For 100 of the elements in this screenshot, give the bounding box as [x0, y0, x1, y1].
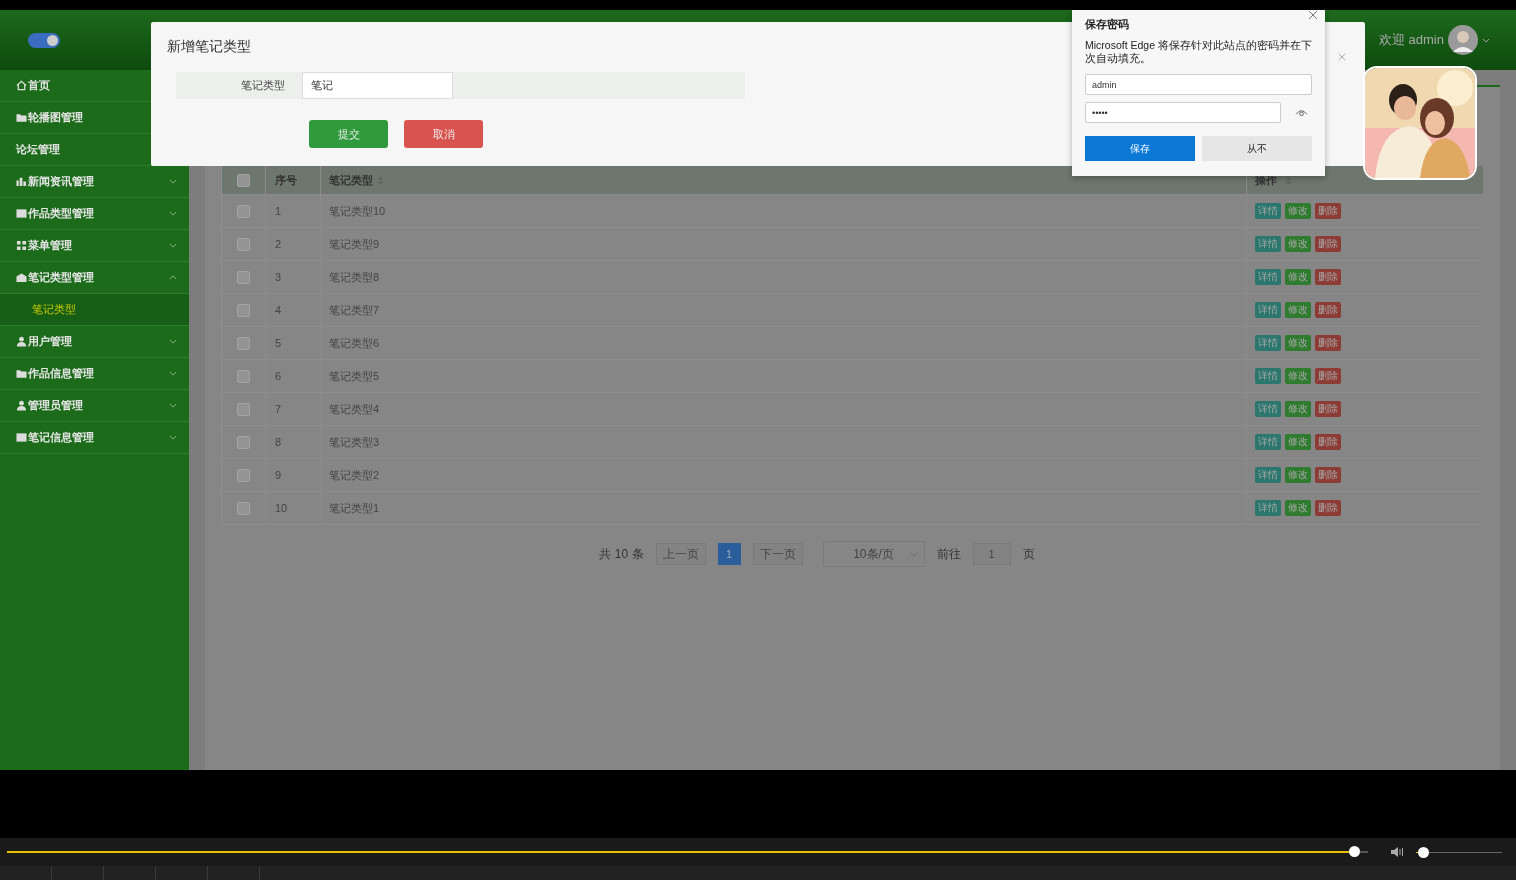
table-cell: 笔记类型2: [321, 459, 1247, 491]
checkbox[interactable]: [237, 173, 250, 187]
detail-button[interactable]: 详情: [1255, 236, 1281, 252]
table-cell: 笔记类型3: [321, 426, 1247, 458]
checkbox[interactable]: [237, 435, 250, 449]
delete-button[interactable]: 删除: [1315, 434, 1341, 450]
submit-button[interactable]: 提交: [309, 120, 388, 148]
save-button[interactable]: 保存: [1085, 136, 1195, 161]
never-button[interactable]: 从不: [1202, 136, 1312, 161]
cancel-button[interactable]: 取消: [404, 120, 483, 148]
volume-icon[interactable]: [1390, 846, 1406, 858]
page-button[interactable]: 1: [717, 543, 741, 565]
edit-button[interactable]: 修改: [1285, 368, 1311, 384]
menu-label: 首页: [28, 78, 51, 93]
user-icon: [16, 400, 27, 411]
checkbox[interactable]: [237, 468, 250, 482]
submenu-item[interactable]: 笔记类型: [0, 294, 189, 326]
checkbox[interactable]: [237, 270, 250, 284]
input-field[interactable]: 笔记: [302, 72, 453, 99]
detail-button[interactable]: 详情: [1255, 269, 1281, 285]
table-cell: 8: [266, 426, 321, 458]
home-icon: [16, 80, 27, 91]
menu-label: 作品类型管理: [28, 206, 95, 221]
detail-button[interactable]: 详情: [1255, 368, 1281, 384]
edit-button[interactable]: 修改: [1285, 236, 1311, 252]
table-cell: 2: [266, 228, 321, 260]
table-cell: 10: [266, 492, 321, 524]
detail-button[interactable]: 详情: [1255, 203, 1281, 219]
username-field[interactable]: admin: [1085, 74, 1312, 95]
password-field[interactable]: •••••: [1085, 102, 1281, 123]
dialog-title: 新增笔记类型: [167, 38, 251, 56]
edit-button[interactable]: 修改: [1285, 467, 1311, 483]
table-cell: 6: [266, 360, 321, 392]
edit-button[interactable]: 修改: [1285, 401, 1311, 417]
table-cell: 1: [266, 195, 321, 227]
caret-icon[interactable]: [1482, 37, 1490, 43]
delete-button[interactable]: 删除: [1315, 401, 1341, 417]
table-cell: 笔记类型6: [321, 327, 1247, 359]
menu-item[interactable]: 作品类型管理: [0, 198, 189, 230]
sort-icon[interactable]: [1285, 175, 1292, 185]
edit-button[interactable]: 修改: [1285, 302, 1311, 318]
table-cell: 3: [266, 261, 321, 293]
page-input[interactable]: 1: [972, 543, 1011, 565]
checkbox[interactable]: [237, 501, 250, 515]
edit-button[interactable]: 修改: [1285, 434, 1311, 450]
checkbox[interactable]: [237, 303, 250, 317]
table-cell: 笔记类型1: [321, 492, 1247, 524]
field-label: 笔记类型: [240, 78, 285, 93]
delete-button[interactable]: 删除: [1315, 368, 1341, 384]
table-cell: 5: [266, 327, 321, 359]
detail-button[interactable]: 详情: [1255, 467, 1281, 483]
detail-button[interactable]: 详情: [1255, 302, 1281, 318]
delete-button[interactable]: 删除: [1315, 302, 1341, 318]
detail-button[interactable]: 详情: [1255, 335, 1281, 351]
checkbox[interactable]: [237, 204, 250, 218]
sidebar-toggle[interactable]: [28, 32, 60, 48]
welcome-text: 欢迎 admin: [1378, 31, 1444, 49]
avatar-icon[interactable]: [1448, 25, 1478, 55]
delete-button[interactable]: 删除: [1315, 203, 1341, 219]
delete-button[interactable]: 删除: [1315, 335, 1341, 351]
menu-label: 管理员管理: [28, 398, 84, 413]
square-icon: [16, 432, 27, 443]
eye-icon[interactable]: [1295, 108, 1308, 117]
page-size-select[interactable]: 10条/页: [822, 541, 925, 567]
edit-button[interactable]: 修改: [1285, 203, 1311, 219]
delete-button[interactable]: 删除: [1315, 500, 1341, 516]
page-suffix: 页: [1022, 545, 1035, 563]
table-cell: 笔记类型9: [321, 228, 1247, 260]
detail-button[interactable]: 详情: [1255, 434, 1281, 450]
checkbox[interactable]: [237, 402, 250, 416]
delete-button[interactable]: 删除: [1315, 269, 1341, 285]
edit-button[interactable]: 修改: [1285, 500, 1311, 516]
menu-item[interactable]: 笔记信息管理: [0, 422, 189, 454]
volume-handle[interactable]: [1417, 846, 1429, 858]
delete-button[interactable]: 删除: [1315, 467, 1341, 483]
edit-button[interactable]: 修改: [1285, 269, 1311, 285]
delete-button[interactable]: 删除: [1315, 236, 1341, 252]
close-icon[interactable]: [1308, 10, 1318, 20]
table-cell: 笔记类型7: [321, 294, 1247, 326]
detail-button[interactable]: 详情: [1255, 500, 1281, 516]
table-cell: 笔记类型4: [321, 393, 1247, 425]
checkbox[interactable]: [237, 237, 250, 251]
folder-icon: [16, 368, 27, 379]
menu-label: 用户管理: [28, 334, 73, 349]
detail-button[interactable]: 详情: [1255, 401, 1281, 417]
menu-label: 菜单管理: [28, 238, 73, 253]
total-count: 共 10 条: [599, 545, 644, 563]
folder-icon: [16, 112, 27, 123]
chart-icon: [16, 176, 27, 187]
table-cell: 笔记类型10: [321, 195, 1247, 227]
table-cell: 7: [266, 393, 321, 425]
checkbox[interactable]: [237, 369, 250, 383]
progress-handle[interactable]: [1349, 846, 1361, 857]
checkbox[interactable]: [237, 336, 250, 350]
table-cell: 笔记类型8: [321, 261, 1247, 293]
user-icon: [16, 336, 27, 347]
menu-label: 作品信息管理: [28, 366, 95, 381]
edit-button[interactable]: 修改: [1285, 335, 1311, 351]
close-icon[interactable]: [1338, 53, 1346, 61]
popup-title: 保存密码: [1085, 17, 1130, 32]
